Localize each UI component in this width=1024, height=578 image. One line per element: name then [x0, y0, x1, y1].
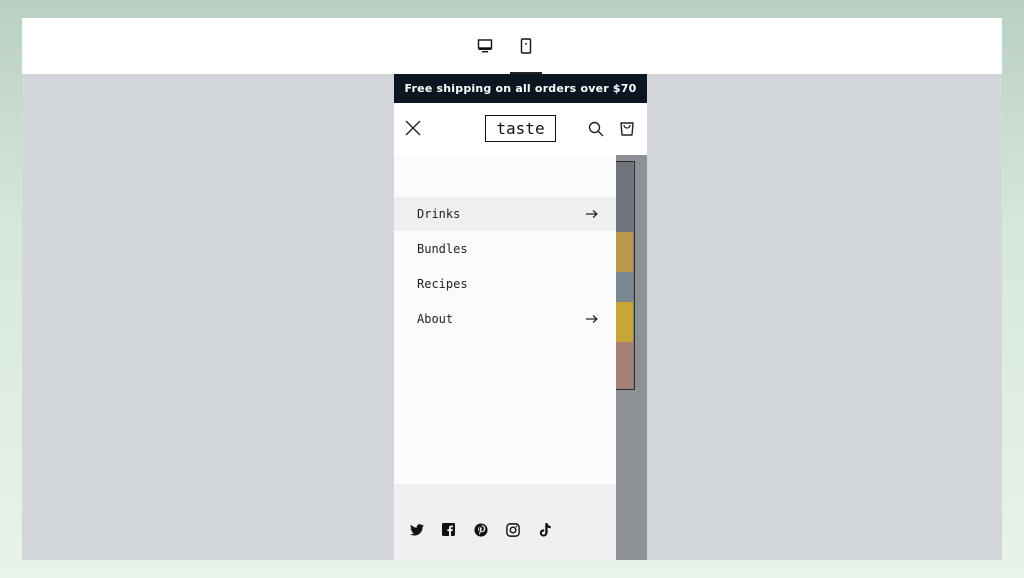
search-button[interactable] — [587, 120, 605, 138]
mobile-icon — [520, 38, 532, 54]
close-menu-button[interactable] — [404, 119, 422, 137]
instagram-icon — [505, 522, 520, 537]
facebook-icon — [442, 523, 455, 536]
pinterest-icon — [473, 522, 488, 537]
menu-drawer: Drinks Bundles Recipes About — [394, 155, 616, 560]
menu-item-bundles[interactable]: Bundles — [394, 232, 616, 266]
store-logo[interactable]: taste — [485, 115, 556, 142]
store-header: taste — [394, 103, 647, 155]
arrow-right-icon — [586, 210, 598, 218]
search-icon — [588, 121, 604, 137]
instagram-link[interactable] — [504, 521, 521, 538]
arrow-right-icon — [586, 315, 598, 323]
cart-button[interactable] — [618, 119, 636, 137]
desktop-preview-button[interactable] — [469, 18, 501, 74]
hero-image-peek — [616, 161, 635, 390]
menu-item-label: About — [417, 312, 454, 326]
mobile-preview: Free shipping on all orders over $70 tas… — [394, 74, 647, 560]
facebook-link[interactable] — [440, 521, 457, 538]
device-toolbar — [22, 18, 1002, 74]
pinterest-link[interactable] — [472, 521, 489, 538]
menu-item-label: Drinks — [417, 207, 461, 221]
twitter-link[interactable] — [408, 521, 425, 538]
menu-list: Drinks Bundles Recipes About — [394, 197, 616, 337]
cart-icon — [620, 122, 634, 136]
menu-item-recipes[interactable]: Recipes — [394, 267, 616, 301]
menu-item-drinks[interactable]: Drinks — [394, 197, 616, 231]
menu-item-label: Bundles — [417, 242, 468, 256]
tiktok-link[interactable] — [536, 521, 553, 538]
social-links — [408, 521, 553, 538]
mobile-preview-button[interactable] — [510, 18, 542, 74]
desktop-icon — [477, 39, 493, 53]
drawer-footer — [394, 484, 616, 560]
announcement-bar: Free shipping on all orders over $70 — [394, 74, 647, 103]
tiktok-icon — [539, 522, 551, 536]
preview-frame: Free shipping on all orders over $70 tas… — [22, 18, 1002, 560]
menu-item-label: Recipes — [417, 277, 468, 291]
menu-item-about[interactable]: About — [394, 302, 616, 336]
twitter-icon — [409, 523, 424, 536]
close-icon — [405, 120, 421, 136]
